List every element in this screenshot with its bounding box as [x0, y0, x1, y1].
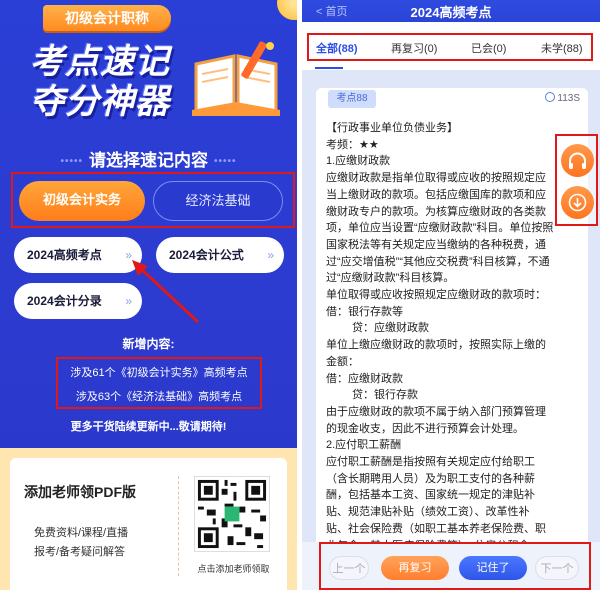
- chevron-right-icon: »: [125, 294, 132, 308]
- tab-mastered[interactable]: 已会(0): [471, 40, 506, 56]
- card-label: 2024高频考点: [27, 248, 102, 262]
- content-line: 单位取得或应收按照规定应缴财政的款项时：: [326, 289, 546, 302]
- chevron-right-icon: »: [267, 248, 274, 262]
- card-label: 2024会计分录: [27, 294, 102, 308]
- card-accounting-formulas[interactable]: 2024会计公式 »: [156, 237, 284, 273]
- active-tab-underline: [315, 67, 343, 69]
- content-line: 过“应交增值税”“其他应交税费”科目核算，不通: [326, 255, 550, 268]
- review-again-button[interactable]: 再复习: [381, 556, 449, 580]
- section-title: ••••• 请选择速记内容 •••••: [0, 146, 297, 171]
- headphones-icon: [569, 152, 586, 169]
- timer: 113S: [545, 92, 580, 104]
- tab-unlearned[interactable]: 未学(88): [541, 40, 583, 56]
- download-icon[interactable]: [561, 186, 594, 219]
- ticket-line: 报考/备考疑问解答: [34, 546, 126, 558]
- content-line: 贴、社会保险费（如职工基本养老保险费、职: [326, 522, 546, 535]
- top-bar: < 首页 2024高频考点: [302, 0, 600, 22]
- sun-decoration: [277, 0, 297, 20]
- promo-panel: 初级会计职称 考点速记 夺分神器 ••••• 请选择速记内容 ••••• 初级会计实…: [0, 0, 297, 590]
- content-line: 应缴财政款是指单位取得或应收的按照规定应: [326, 172, 546, 185]
- filter-tabs: 全部(88) 再复习(0) 已会(0) 未学(88): [302, 22, 600, 70]
- bottom-bar: 上一个 再复习 记住了 下一个: [302, 542, 600, 590]
- new-content-line: 涉及63个《经济法基础》高频考点: [75, 391, 243, 403]
- content-line: 过“应缴财政款”科目核算。: [326, 272, 455, 285]
- content-line: （含长期聘用人员）及为职工支付的各种薪: [326, 472, 535, 485]
- content-line: 借：应缴财政款: [326, 372, 403, 385]
- content-line: 考频：★★: [326, 138, 379, 151]
- content-line: 贴、规范津贴补贴（绩效工资）、改革性补: [326, 506, 530, 519]
- clock-icon: [545, 92, 556, 102]
- exam-title-pill: 初级会计职称: [43, 5, 171, 31]
- content-line: 由于应缴财政的款项不属于纳入部门预算管理: [326, 405, 546, 418]
- qr-code-icon[interactable]: [194, 476, 270, 552]
- content-line: 缴财政专户的款项。为核算应缴财政的各类款: [326, 205, 546, 218]
- ticket-line: 免费资料/课程/直播: [34, 527, 129, 539]
- content-line: 贷：银行存款: [352, 389, 418, 402]
- content-line: 1.应缴财政款: [326, 155, 391, 168]
- content-line: 酬，包括基本工资、国家统一规定的津贴补: [326, 489, 535, 502]
- point-content: 【行政事业单位负债业务】 考频：★★ 1.应缴财政款应缴财政款是指单位取得或应收的按…: [326, 120, 554, 571]
- teacher-ticket: 添加老师领PDF版 免费资料/课程/直播 报考/备考疑问解答 点击添加老师领取: [0, 448, 297, 590]
- ticket-divider: [178, 476, 179, 576]
- content-line: 国家税法等有关规定应当缴纳的各种税费，通: [326, 238, 546, 251]
- point-number-badge: 考点88: [328, 90, 376, 108]
- content-line: 借：银行存款等: [326, 305, 403, 318]
- book-illustration-icon: [192, 41, 280, 116]
- chevron-right-icon: »: [125, 248, 132, 262]
- download-icon: [568, 193, 587, 212]
- content-line: 项，单位应当设置“应缴财政款”科目。单位按照: [326, 222, 554, 235]
- new-content-box: 涉及61个《初级会计实务》高频考点 涉及63个《经济法基础》高频考点: [56, 357, 262, 409]
- section-title-text: 请选择速记内容: [89, 151, 208, 170]
- more-coming-text: 更多干货陆续更新中...敬请期待!: [70, 421, 227, 433]
- card-accounting-entries[interactable]: 2024会计分录 »: [14, 283, 142, 319]
- tab-all[interactable]: 全部(88): [316, 40, 358, 56]
- card-label: 2024会计公式: [169, 248, 244, 262]
- timer-value: 113S: [557, 93, 580, 104]
- new-content-line: 涉及61个《初级会计实务》高频考点: [70, 367, 248, 379]
- content-line: 金额：: [326, 355, 359, 368]
- hero-line-2: 夺分神器: [30, 83, 170, 121]
- dots-decoration: •••••: [214, 156, 237, 168]
- content-line: 当上缴财政的款项。包括应缴国库的款项和应: [326, 188, 546, 201]
- qr-caption: 点击添加老师领取: [197, 564, 270, 574]
- card-high-frequency-points[interactable]: 2024高频考点 »: [14, 237, 142, 273]
- bottom-actions: 上一个 再复习 记住了 下一个: [319, 542, 591, 590]
- ticket-card: 添加老师领PDF版 免费资料/课程/直播 报考/备考疑问解答 点击添加老师领取: [10, 458, 287, 590]
- mark-known-button[interactable]: 记住了: [459, 556, 527, 580]
- new-content-title: 新增内容:: [122, 337, 175, 351]
- ticket-heading: 添加老师领PDF版: [24, 484, 136, 500]
- flashcard-panel: < 首页 2024高频考点 全部(88) 再复习(0) 已会(0) 未学(88)…: [302, 0, 600, 590]
- knowledge-point-card: 考点88 113S 【行政事业单位负债业务】 考频：★★ 1.应缴财政款应缴财政款是…: [316, 88, 588, 588]
- content-line: 单位上缴应缴财政的款项时，按照实际上缴的: [326, 339, 546, 352]
- subject-economic-law-button[interactable]: 经济法基础: [153, 181, 283, 221]
- content-line: 【行政事业单位负债业务】: [326, 122, 458, 134]
- headphones-icon[interactable]: [561, 144, 594, 177]
- tab-review-again[interactable]: 再复习(0): [391, 40, 437, 56]
- subject-accounting-button[interactable]: 初级会计实务: [19, 181, 145, 221]
- next-button[interactable]: 下一个: [535, 556, 579, 580]
- content-line: 应付职工薪酬是指按照有关规定应付给职工: [326, 456, 535, 469]
- content-line: 2.应付职工薪酬: [326, 439, 402, 452]
- page-title: 2024高频考点: [410, 5, 492, 20]
- content-line: 贷：应缴财政款: [352, 322, 429, 335]
- subject-selector: 初级会计实务 经济法基础: [11, 172, 295, 228]
- content-line: 的现金收支，因此不进行预算会计处理。: [326, 422, 524, 435]
- previous-button[interactable]: 上一个: [329, 556, 369, 580]
- side-actions: [555, 134, 598, 226]
- dots-decoration: •••••: [60, 156, 83, 168]
- tabs-highlight: 全部(88) 再复习(0) 已会(0) 未学(88): [307, 33, 593, 61]
